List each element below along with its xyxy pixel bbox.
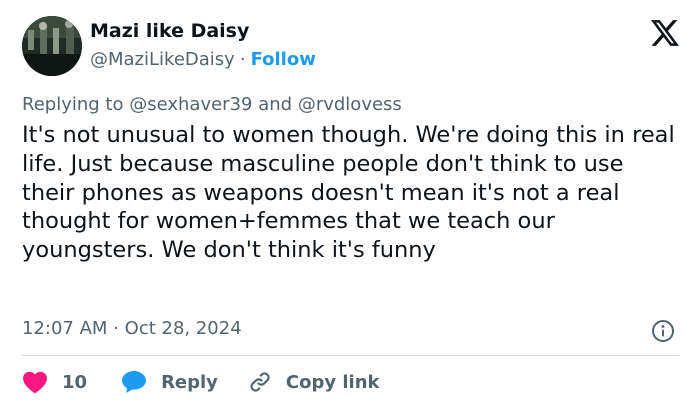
mention-link[interactable]: @rvdlovess bbox=[298, 94, 402, 115]
author-handle-row: @MaziLikeDaisy · Follow bbox=[90, 49, 316, 70]
author-handle[interactable]: @MaziLikeDaisy bbox=[90, 49, 235, 70]
action-bar: 10 Reply Copy link bbox=[22, 368, 380, 396]
reply-button[interactable]: Reply bbox=[121, 370, 218, 394]
tweet-time: 12:07 AM bbox=[22, 318, 108, 339]
separator: · bbox=[113, 318, 119, 339]
mention-link[interactable]: @sexhaver39 bbox=[129, 94, 252, 115]
speech-bubble-icon bbox=[122, 371, 147, 393]
replying-prefix: Replying to bbox=[22, 94, 124, 115]
replying-and: and bbox=[258, 94, 293, 115]
copy-link-button[interactable]: Copy link bbox=[248, 370, 380, 394]
tweet-date: Oct 28, 2024 bbox=[124, 318, 242, 339]
like-count: 10 bbox=[62, 371, 88, 393]
divider bbox=[22, 355, 679, 356]
follow-button[interactable]: Follow bbox=[251, 49, 316, 70]
like-button[interactable]: 10 bbox=[22, 370, 87, 394]
heart-icon bbox=[23, 371, 47, 394]
link-icon bbox=[250, 372, 270, 392]
copy-link-label: Copy link bbox=[285, 371, 380, 393]
avatar[interactable] bbox=[22, 16, 82, 76]
tweet-text: It's not unusual to women though. We're … bbox=[22, 122, 675, 264]
x-logo-icon[interactable] bbox=[651, 20, 679, 46]
author-name[interactable]: Mazi like Daisy bbox=[90, 20, 249, 42]
separator: · bbox=[239, 49, 246, 70]
replying-to: Replying to @sexhaver39 and @rvdlovess bbox=[22, 94, 402, 115]
info-icon[interactable] bbox=[651, 319, 675, 343]
timestamp[interactable]: 12:07 AM · Oct 28, 2024 bbox=[22, 318, 242, 339]
reply-label: Reply bbox=[161, 371, 218, 393]
